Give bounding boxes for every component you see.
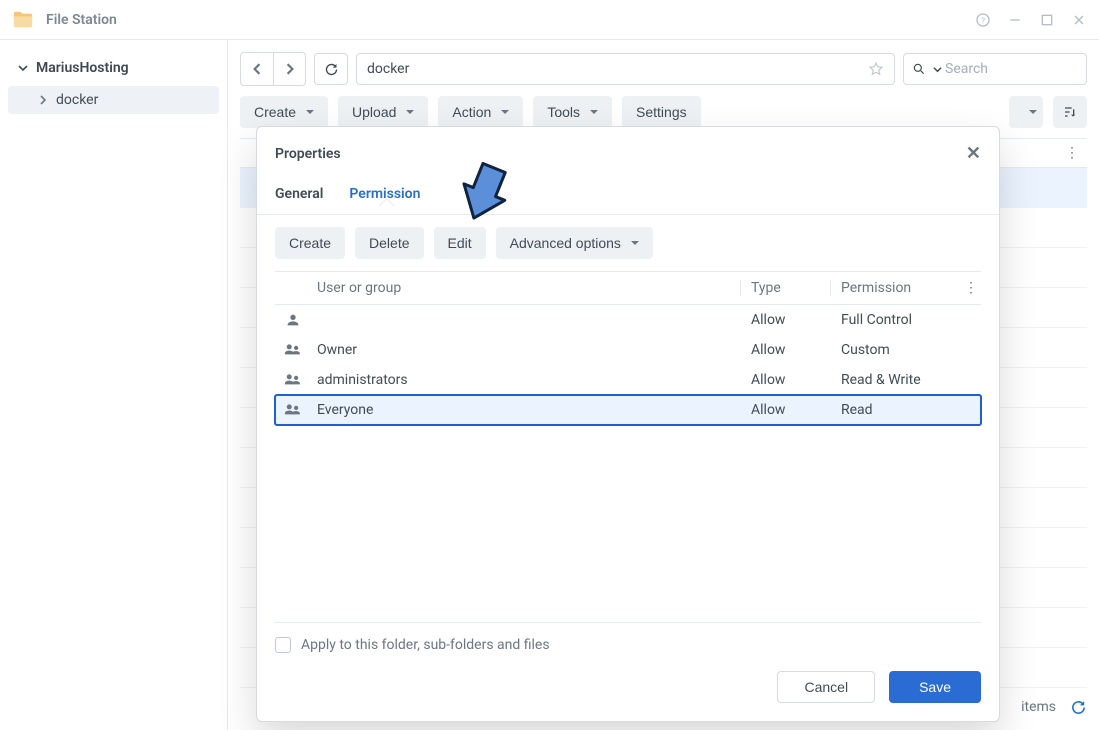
app-folder-icon [12, 9, 34, 31]
svg-text:?: ? [981, 16, 985, 26]
perm-advanced-button[interactable]: Advanced options [496, 227, 653, 259]
perm-row-perm: Read [831, 402, 961, 418]
checkbox-icon [275, 637, 291, 653]
tree-child[interactable]: docker [8, 86, 219, 114]
dialog-title: Properties [275, 146, 341, 162]
title-bar: File Station ? [0, 0, 1099, 40]
apply-recursive-label: Apply to this folder, sub-folders and fi… [301, 637, 550, 653]
group-icon [275, 402, 311, 418]
refresh-icon[interactable] [1070, 699, 1087, 716]
perm-row[interactable]: EveryoneAllowRead [275, 395, 981, 425]
upload-button[interactable]: Upload [338, 96, 428, 128]
properties-dialog: Properties ✕ General Permission Create D… [256, 126, 1000, 722]
apply-recursive-checkbox[interactable]: Apply to this folder, sub-folders and fi… [275, 637, 981, 653]
perm-table-header: User or group Type Permission ⋮ [275, 271, 981, 305]
sidebar: MariusHosting docker [0, 40, 228, 730]
perm-col-menu-icon[interactable]: ⋮ [961, 280, 981, 296]
favorite-icon[interactable] [868, 61, 884, 77]
chevron-right-icon [38, 95, 48, 105]
address-bar[interactable]: docker [356, 53, 895, 85]
perm-row-name: administrators [311, 372, 741, 388]
perm-row[interactable]: AllowFull Control [275, 305, 981, 335]
chevron-down-icon [18, 63, 28, 73]
perm-row[interactable]: administratorsAllowRead & Write [275, 365, 981, 395]
perm-row-name: Owner [311, 342, 741, 358]
nav-forward-button[interactable] [273, 53, 305, 85]
app-title: File Station [46, 12, 959, 28]
nav-back-button[interactable] [241, 53, 273, 85]
maximize-icon[interactable] [1039, 12, 1055, 28]
perm-row-type: Allow [741, 342, 831, 358]
nav-buttons [240, 52, 306, 86]
view-mode-button[interactable] [1009, 96, 1043, 128]
action-button[interactable]: Action [438, 96, 523, 128]
group-icon [275, 342, 311, 358]
perm-row-name: Everyone [311, 402, 741, 418]
perm-row-perm: Full Control [831, 312, 961, 328]
status-items: items [1021, 699, 1056, 715]
tree-root[interactable]: MariusHosting [8, 54, 219, 82]
tree-child-label: docker [56, 92, 98, 108]
refresh-button[interactable] [314, 53, 348, 85]
settings-button[interactable]: Settings [622, 96, 701, 128]
tab-permission[interactable]: Permission [349, 172, 420, 214]
dialog-close-button[interactable]: ✕ [966, 143, 981, 164]
chevron-down-icon [933, 65, 942, 74]
tools-button[interactable]: Tools [533, 96, 612, 128]
perm-row-perm: Read & Write [831, 372, 961, 388]
perm-row-type: Allow [741, 312, 831, 328]
cancel-button[interactable]: Cancel [777, 671, 875, 703]
close-icon[interactable] [1071, 12, 1087, 28]
col-type: Type [741, 280, 831, 296]
perm-create-button[interactable]: Create [275, 227, 345, 259]
user-icon [275, 312, 311, 328]
search-placeholder: Search [945, 61, 988, 77]
group-icon [275, 372, 311, 388]
column-menu-icon[interactable]: ⋮ [1065, 145, 1079, 161]
perm-rows: AllowFull ControlOwnerAllowCustomadminis… [257, 305, 999, 622]
perm-row[interactable]: OwnerAllowCustom [275, 335, 981, 365]
sort-button[interactable] [1053, 96, 1087, 128]
col-user: User or group [311, 280, 741, 296]
help-icon[interactable]: ? [975, 12, 991, 28]
search-input[interactable]: Search [903, 53, 1087, 85]
perm-row-perm: Custom [831, 342, 961, 358]
perm-row-type: Allow [741, 372, 831, 388]
perm-edit-button[interactable]: Edit [434, 227, 486, 259]
search-icon [912, 62, 926, 76]
minimize-icon[interactable] [1007, 12, 1023, 28]
perm-delete-button[interactable]: Delete [355, 227, 423, 259]
create-button[interactable]: Create [240, 96, 328, 128]
address-path: docker [367, 61, 409, 77]
tab-general[interactable]: General [275, 172, 323, 214]
col-perm: Permission [831, 280, 961, 296]
save-button[interactable]: Save [889, 671, 981, 703]
tree-root-label: MariusHosting [36, 60, 129, 76]
perm-row-type: Allow [741, 402, 831, 418]
